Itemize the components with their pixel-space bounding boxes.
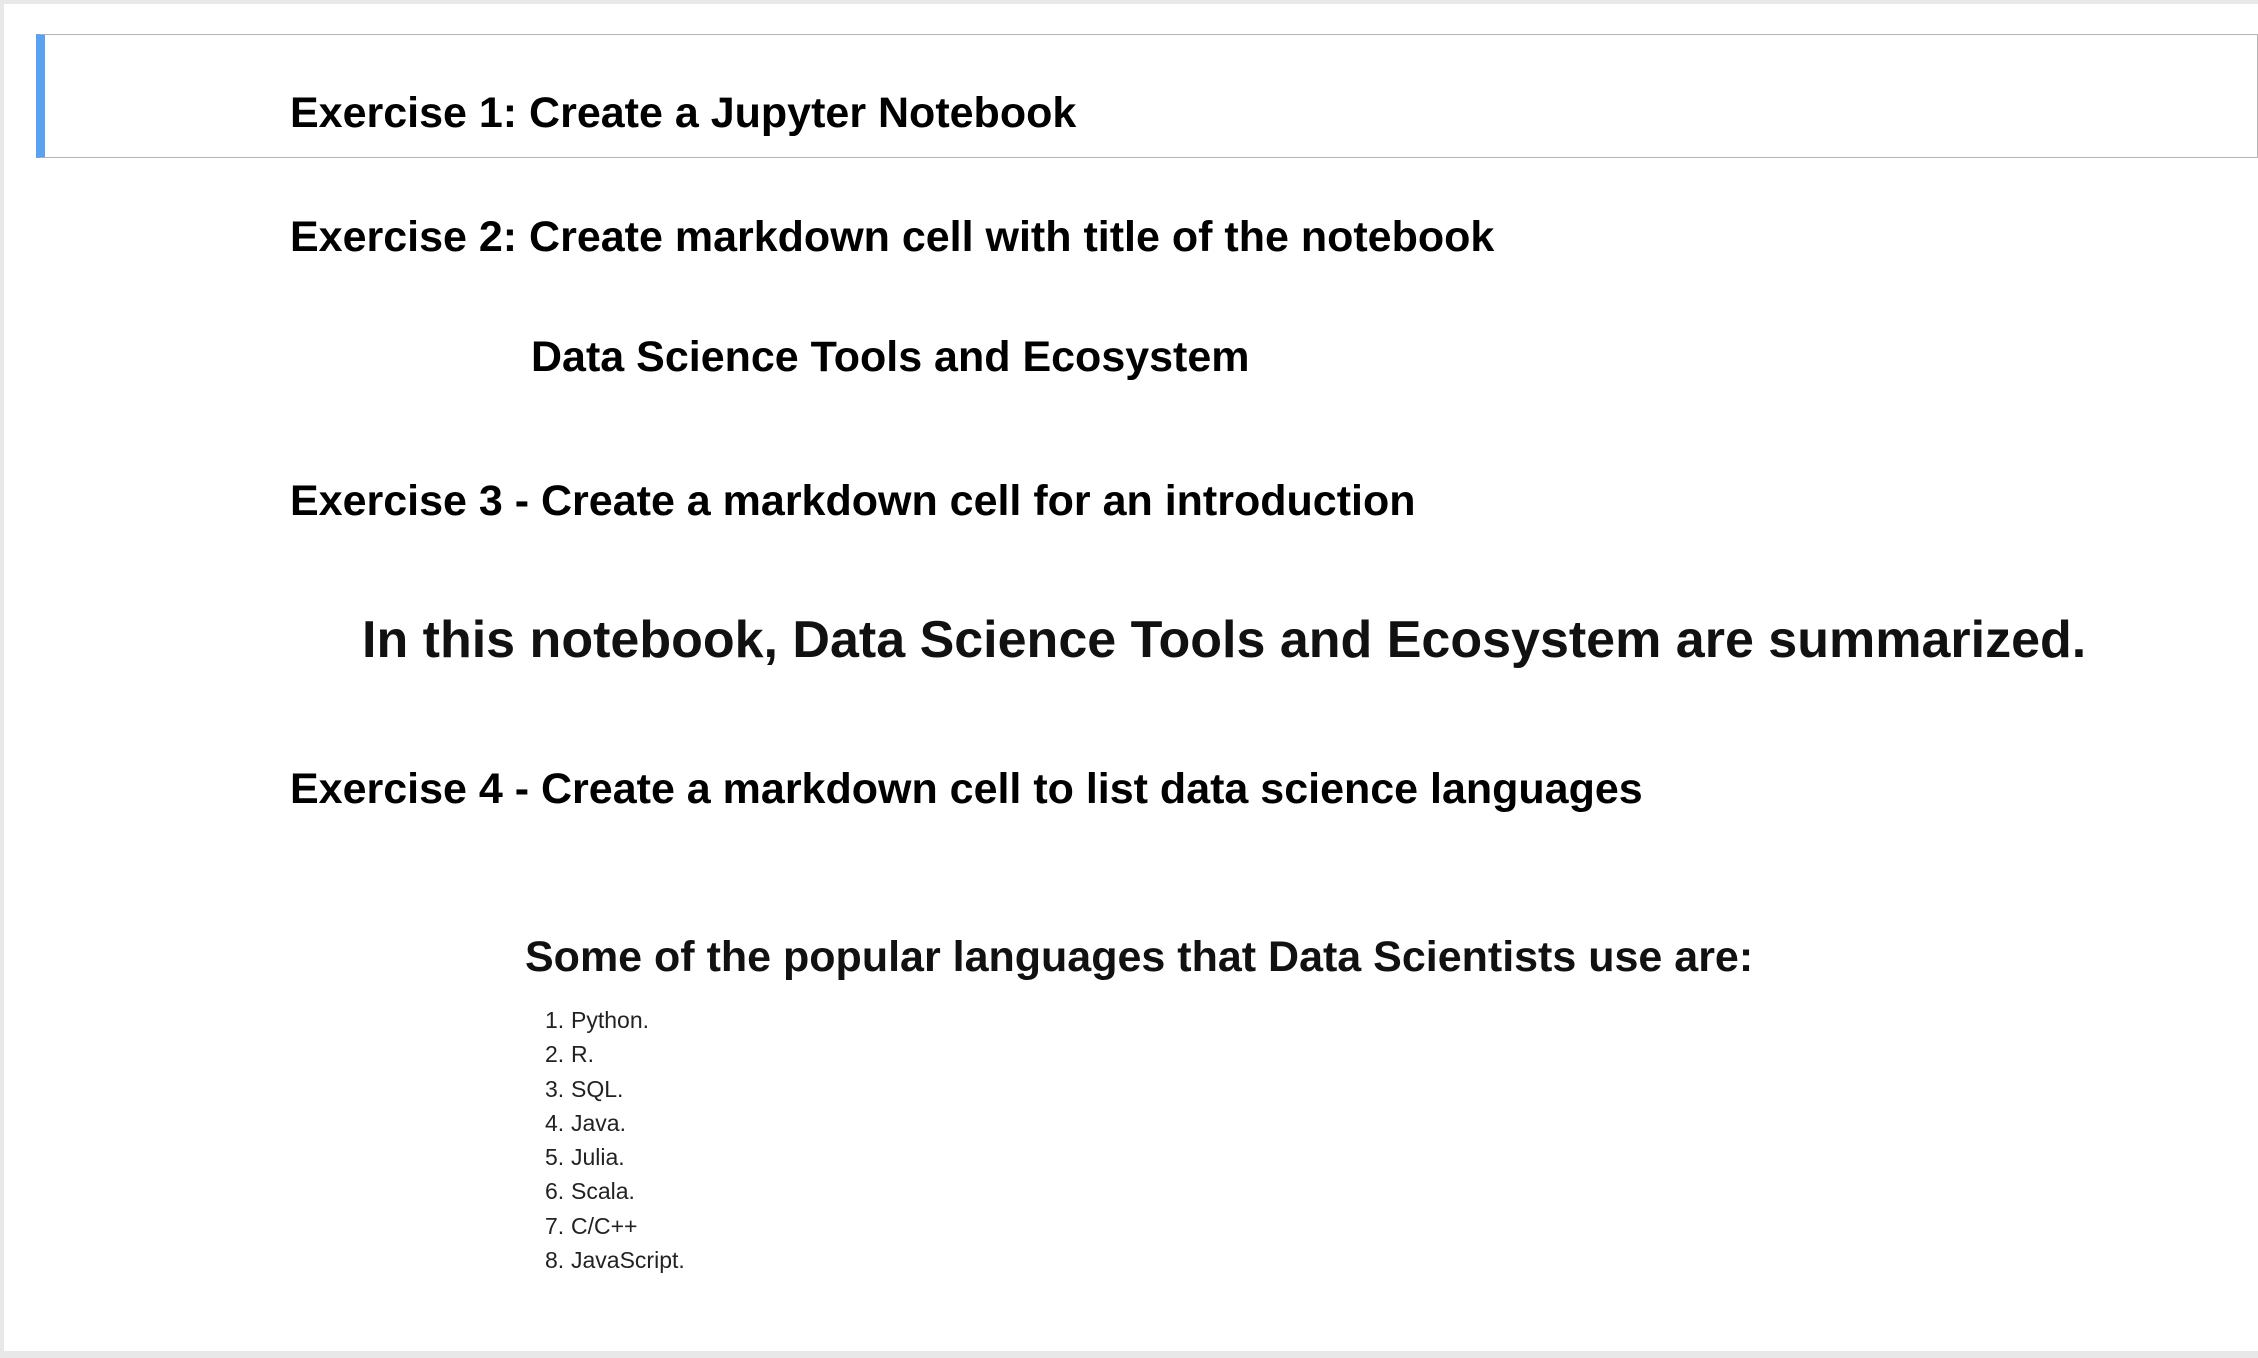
list-item: 2. R. bbox=[545, 1037, 685, 1071]
list-item-number: 8. bbox=[545, 1247, 565, 1274]
list-item: 6. Scala. bbox=[545, 1174, 685, 1208]
list-item-label: Julia. bbox=[571, 1144, 625, 1171]
list-item: 5. Julia. bbox=[545, 1140, 685, 1174]
notebook-title: Data Science Tools and Ecosystem bbox=[531, 333, 1250, 381]
list-item: 1. Python. bbox=[545, 1003, 685, 1037]
list-item-number: 1. bbox=[545, 1007, 565, 1033]
list-item: 4. Java. bbox=[545, 1106, 685, 1140]
exercise-3-heading: Exercise 3 - Create a markdown cell for … bbox=[290, 477, 1416, 525]
list-item: 7. C/C++ bbox=[545, 1209, 685, 1243]
list-item-number: 3. bbox=[545, 1075, 565, 1102]
introduction-text: In this notebook, Data Science Tools and… bbox=[362, 611, 2087, 669]
exercise-4-heading: Exercise 4 - Create a markdown cell to l… bbox=[290, 765, 1643, 813]
list-item-number: 2. bbox=[545, 1041, 565, 1068]
list-item: 3. SQL. bbox=[545, 1072, 685, 1106]
list-item-label: SQL. bbox=[571, 1075, 624, 1102]
list-item-label: Scala. bbox=[571, 1178, 635, 1205]
list-item-number: 4. bbox=[545, 1109, 565, 1136]
list-item-label: Java. bbox=[571, 1109, 626, 1136]
list-item-number: 6. bbox=[545, 1178, 565, 1205]
languages-list: 1. Python. 2. R. 3. SQL. 4. Java. 5. Julia. 6… bbox=[545, 1003, 685, 1277]
exercise-1-heading: Exercise 1: Create a Jupyter Notebook bbox=[290, 89, 1077, 137]
list-item-number: 7. bbox=[545, 1212, 565, 1239]
languages-heading: Some of the popular languages that Data … bbox=[525, 933, 1754, 981]
list-item-label: C/C++ bbox=[571, 1212, 638, 1239]
list-item-label: Python. bbox=[571, 1007, 649, 1033]
list-item-number: 5. bbox=[545, 1144, 565, 1171]
list-item-label: JavaScript. bbox=[571, 1247, 685, 1274]
exercise-2-heading: Exercise 2: Create markdown cell with ti… bbox=[290, 213, 1495, 261]
list-item-label: R. bbox=[571, 1041, 594, 1068]
list-item: 8. JavaScript. bbox=[545, 1243, 685, 1277]
notebook-area: Exercise 1: Create a Jupyter Notebook Ex… bbox=[4, 4, 2258, 1351]
